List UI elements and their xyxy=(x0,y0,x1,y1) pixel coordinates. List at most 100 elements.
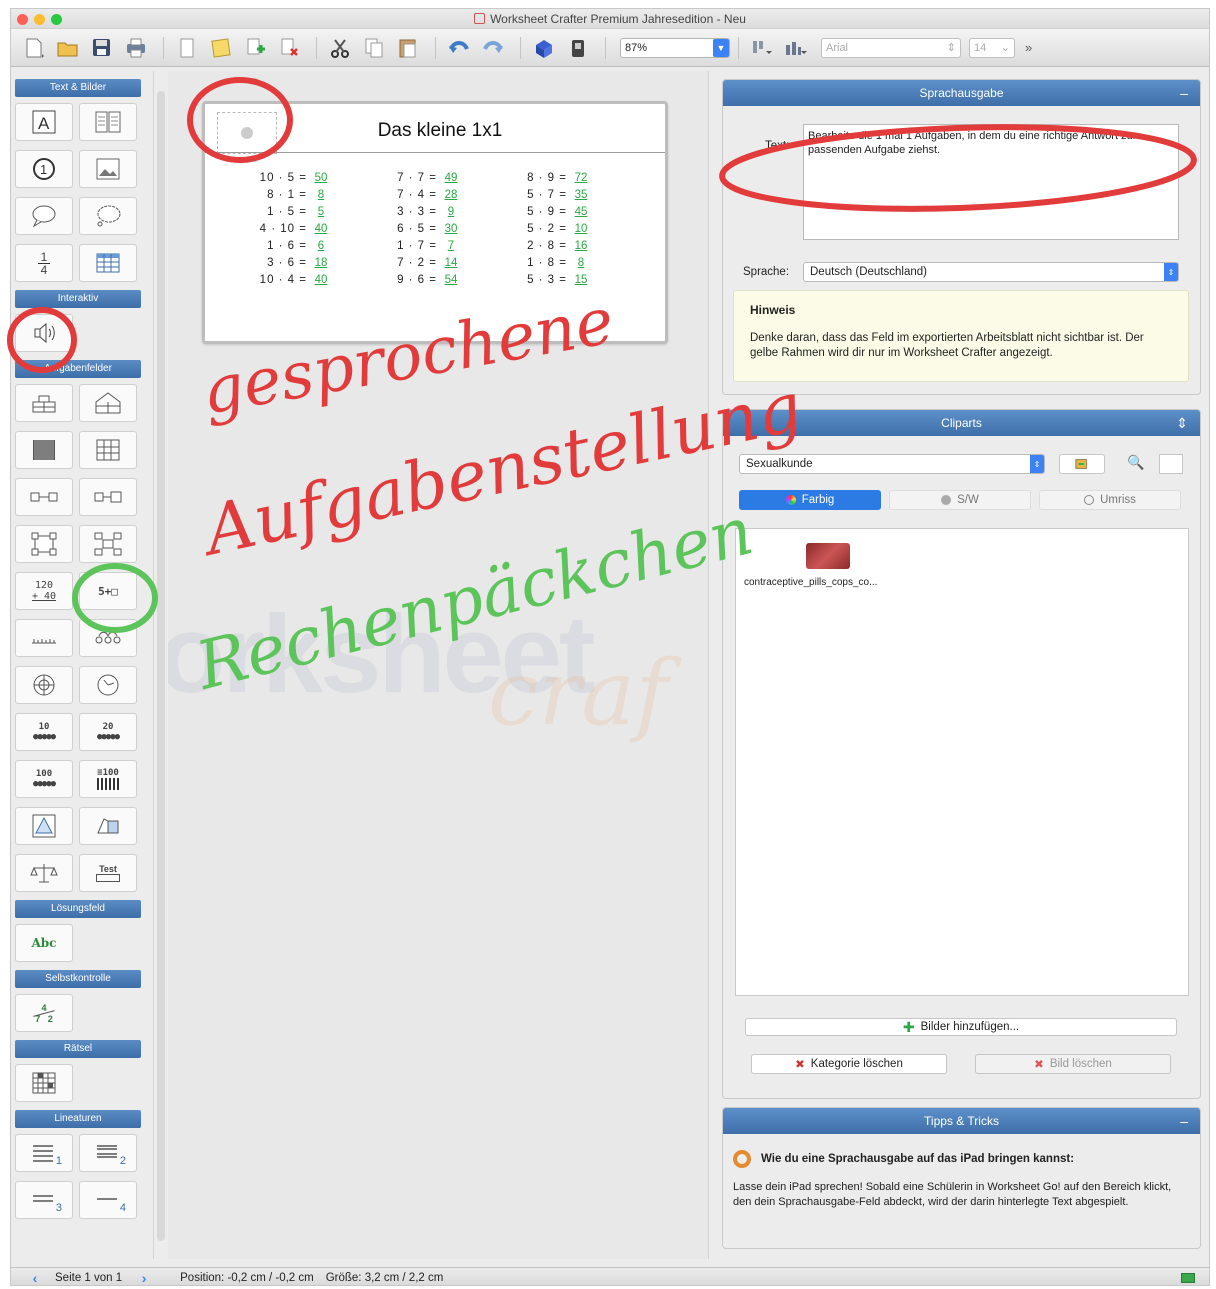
paste-icon[interactable] xyxy=(393,34,423,62)
add-page-icon[interactable] xyxy=(240,34,270,62)
task-answer[interactable]: 10 xyxy=(570,223,592,235)
operator-chain-tool[interactable] xyxy=(15,478,73,516)
diagram-square-tool[interactable] xyxy=(15,525,73,563)
hundred-board-tool[interactable]: ≡100 xyxy=(79,760,137,798)
task-answer[interactable]: 54 xyxy=(440,274,462,286)
task-answer[interactable]: 7 xyxy=(440,240,462,252)
print-icon[interactable] xyxy=(121,34,151,62)
dot-field-100-tool[interactable]: 100 ●●●●● xyxy=(15,760,73,798)
next-page-icon[interactable]: › xyxy=(134,1270,154,1286)
stepper-icon[interactable]: ⇕ xyxy=(947,41,956,54)
chevron-down-icon[interactable]: ▼ xyxy=(713,38,729,57)
add-images-button[interactable]: ✚ Bilder hinzufügen... xyxy=(745,1018,1177,1036)
task-answer[interactable]: 49 xyxy=(440,172,462,184)
cut-icon[interactable] xyxy=(325,34,355,62)
crossword-tool[interactable] xyxy=(15,1064,73,1102)
undo-icon[interactable] xyxy=(444,34,474,62)
worksheet-task-block[interactable]: Das kleine 1x1 10 · 5 = 50 7 · 7 = 49 8 · 9 … xyxy=(202,101,668,344)
arithmetic-packet-tool[interactable]: 5+□ xyxy=(79,572,137,610)
lines-1-tool[interactable]: 1 xyxy=(15,1134,73,1172)
category-options-button[interactable] xyxy=(1059,454,1105,474)
speech-panel-header[interactable]: Sprachausgabe – xyxy=(723,80,1200,106)
palette-section-header[interactable]: Aufgabenfelder xyxy=(15,360,141,378)
task-answer[interactable]: 15 xyxy=(570,274,592,286)
clipart-category-select[interactable]: Sexualkunde ⇕ xyxy=(739,454,1045,474)
speech-text-field[interactable]: Bearbeite die 1 mal 1 Aufgaben, in dem d… xyxy=(803,124,1179,240)
minimize-window-button[interactable] xyxy=(34,14,45,25)
lines-2-tool[interactable]: 2 xyxy=(79,1134,137,1172)
speech-bubble-tool[interactable] xyxy=(15,197,73,235)
copy-icon[interactable] xyxy=(359,34,389,62)
target-tool[interactable] xyxy=(15,666,73,704)
search-field[interactable] xyxy=(1159,454,1183,474)
house-tool[interactable] xyxy=(79,384,137,422)
task-answer[interactable]: 45 xyxy=(570,206,592,218)
toolbar-overflow-button[interactable]: » xyxy=(1025,40,1032,55)
hundred-grid-tool[interactable] xyxy=(15,431,73,469)
task-answer[interactable]: 35 xyxy=(570,189,592,201)
task-answer[interactable]: 28 xyxy=(440,189,462,201)
align-icon[interactable] xyxy=(747,34,777,62)
image-tool[interactable] xyxy=(79,150,137,188)
panel-toggle-icon[interactable]: ⇕ xyxy=(1176,410,1188,436)
new-document-icon[interactable] xyxy=(19,34,49,62)
test-tool[interactable]: Test xyxy=(79,854,137,892)
task-answer[interactable]: 50 xyxy=(310,172,332,184)
task-answer[interactable]: 6 xyxy=(310,240,332,252)
lock-icon[interactable] xyxy=(563,34,593,62)
previous-page-icon[interactable]: ‹ xyxy=(25,1270,45,1286)
numbered-circle-tool[interactable]: 1 xyxy=(15,150,73,188)
font-size-select[interactable]: 14 ⌄ xyxy=(969,37,1015,58)
redo-icon[interactable] xyxy=(478,34,508,62)
task-answer[interactable]: 14 xyxy=(440,257,462,269)
clipart-gallery[interactable]: contraceptive_pills_cops_co... xyxy=(735,528,1189,996)
operator-chain-right-tool[interactable] xyxy=(79,478,137,516)
clipart-item[interactable]: contraceptive_pills_cops_co... xyxy=(744,543,914,588)
tab-sw[interactable]: S/W xyxy=(889,490,1031,510)
tab-farbig[interactable]: Farbig xyxy=(739,490,881,510)
dot-field-20-tool[interactable]: 20 ●●●●● xyxy=(79,713,137,751)
balance-tool[interactable] xyxy=(15,854,73,892)
task-answer[interactable]: 30 xyxy=(440,223,462,235)
stepper-icon[interactable]: ⇕ xyxy=(1030,455,1044,473)
cliparts-panel-header[interactable]: Cliparts ⇕ xyxy=(723,410,1200,436)
puzzle-icon[interactable] xyxy=(529,34,559,62)
task-answer[interactable]: 18 xyxy=(310,257,332,269)
arc-tool[interactable] xyxy=(79,619,137,657)
palette-section-header[interactable]: Lösungsfeld xyxy=(15,900,141,918)
thought-bubble-tool[interactable] xyxy=(79,197,137,235)
delete-page-icon[interactable] xyxy=(274,34,304,62)
task-answer[interactable]: 40 xyxy=(310,274,332,286)
palette-section-header[interactable]: Lineaturen xyxy=(15,1110,141,1128)
delete-category-button[interactable]: ✖ Kategorie löschen xyxy=(751,1054,947,1074)
palette-section-header[interactable]: Text & Bilder xyxy=(15,79,141,97)
grid-tool[interactable] xyxy=(79,431,137,469)
task-answer[interactable]: 5 xyxy=(310,206,332,218)
scrollbar-thumb[interactable] xyxy=(157,91,165,1241)
tab-umriss[interactable]: Umriss xyxy=(1039,490,1181,510)
task-answer[interactable]: 16 xyxy=(570,240,592,252)
number-house-tool[interactable] xyxy=(15,384,73,422)
dot-field-10-tool[interactable]: 10 ●●●●● xyxy=(15,713,73,751)
tips-panel-header[interactable]: Tipps & Tricks – xyxy=(723,1108,1200,1134)
delete-image-button[interactable]: ✖ Bild löschen xyxy=(975,1054,1171,1074)
task-answer[interactable]: 8 xyxy=(310,189,332,201)
task-answer[interactable]: 9 xyxy=(440,206,462,218)
task-answer[interactable]: 8 xyxy=(570,257,592,269)
worksheet-canvas[interactable]: orksheet craf Das kleine 1x1 10 · 5 = 50 7… xyxy=(168,71,708,1259)
chevron-down-icon[interactable]: ⌄ xyxy=(1001,41,1010,54)
font-family-select[interactable]: Arial ⇕ xyxy=(821,37,961,58)
zoom-select[interactable]: 87% ▼ xyxy=(620,37,730,58)
palette-section-header[interactable]: Interaktiv xyxy=(15,290,141,308)
page-icon[interactable] xyxy=(172,34,202,62)
notes-icon[interactable] xyxy=(206,34,236,62)
lines-3-tool[interactable]: 3 xyxy=(15,1181,73,1219)
canvas-scrollbar[interactable] xyxy=(708,71,720,1259)
speech-output-tool[interactable] xyxy=(15,314,73,352)
task-answer[interactable]: 72 xyxy=(570,172,592,184)
solution-field-tool[interactable]: Abc xyxy=(15,924,73,962)
shapes-tool[interactable] xyxy=(79,807,137,845)
triangle-tool[interactable] xyxy=(15,807,73,845)
task-answer[interactable]: 40 xyxy=(310,223,332,235)
open-folder-icon[interactable] xyxy=(53,34,83,62)
